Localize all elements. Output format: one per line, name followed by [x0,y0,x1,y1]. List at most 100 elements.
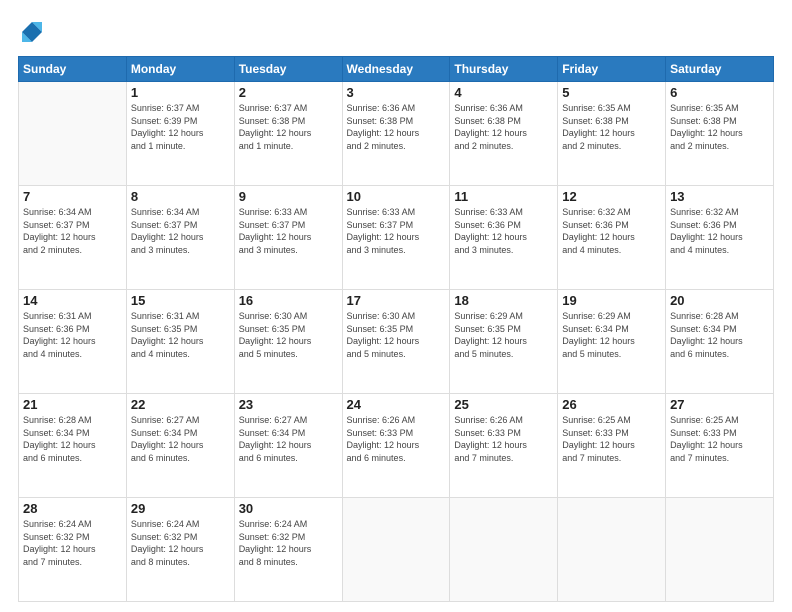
calendar-cell: 18 Sunrise: 6:29 AM Sunset: 6:35 PM Dayli… [450,290,558,394]
calendar-cell [19,82,127,186]
day-info: Sunrise: 6:24 AM Sunset: 6:32 PM Dayligh… [23,518,122,568]
col-header-sunday: Sunday [19,57,127,82]
calendar-cell [450,498,558,602]
calendar-cell: 9Sunrise: 6:33 AM Sunset: 6:37 PM Daylig… [234,186,342,290]
day-info: Sunrise: 6:29 AM Sunset: 6:34 PM Dayligh… [562,310,661,360]
day-info: Sunrise: 6:33 AM Sunset: 6:36 PM Dayligh… [454,206,553,256]
day-number: 22 [131,397,230,412]
day-info: Sunrise: 6:34 AM Sunset: 6:37 PM Dayligh… [131,206,230,256]
calendar-cell: 5 Sunrise: 6:35 AM Sunset: 6:38 PM Daylig… [558,82,666,186]
col-header-saturday: Saturday [666,57,774,82]
day-number: 18 [454,293,553,308]
day-info: Sunrise: 6:25 AM Sunset: 6:33 PM Dayligh… [562,414,661,464]
day-info: Sunrise: 6:25 AM Sunset: 6:33 PM Dayligh… [670,414,769,464]
calendar-cell: 20 Sunrise: 6:28 AM Sunset: 6:34 PM Dayli… [666,290,774,394]
calendar-cell: 23 Sunrise: 6:27 AM Sunset: 6:34 PM Dayli… [234,394,342,498]
day-number: 15 [131,293,230,308]
calendar-cell: 29 Sunrise: 6:24 AM Sunset: 6:32 PM Dayli… [126,498,234,602]
col-header-thursday: Thursday [450,57,558,82]
day-number: 9 [239,189,338,204]
day-info: Sunrise: 6:26 AM Sunset: 6:33 PM Dayligh… [347,414,446,464]
calendar-header-row: SundayMondayTuesdayWednesdayThursdayFrid… [19,57,774,82]
day-number: 16 [239,293,338,308]
day-info: Sunrise: 6:36 AM Sunset: 6:38 PM Dayligh… [347,102,446,152]
day-info: Sunrise: 6:31 AM Sunset: 6:36 PM Dayligh… [23,310,122,360]
col-header-wednesday: Wednesday [342,57,450,82]
calendar-cell: 3 Sunrise: 6:36 AM Sunset: 6:38 PM Daylig… [342,82,450,186]
day-info: Sunrise: 6:28 AM Sunset: 6:34 PM Dayligh… [670,310,769,360]
calendar-cell [666,498,774,602]
day-number: 27 [670,397,769,412]
day-number: 28 [23,501,122,516]
day-info: Sunrise: 6:24 AM Sunset: 6:32 PM Dayligh… [131,518,230,568]
day-number: 6 [670,85,769,100]
calendar-cell [342,498,450,602]
day-info: Sunrise: 6:32 AM Sunset: 6:36 PM Dayligh… [670,206,769,256]
day-number: 3 [347,85,446,100]
day-number: 24 [347,397,446,412]
day-info: Sunrise: 6:34 AM Sunset: 6:37 PM Dayligh… [23,206,122,256]
calendar-cell: 7 Sunrise: 6:34 AM Sunset: 6:37 PM Daylig… [19,186,127,290]
day-number: 23 [239,397,338,412]
day-number: 2 [239,85,338,100]
day-info: Sunrise: 6:29 AM Sunset: 6:35 PM Dayligh… [454,310,553,360]
day-number: 11 [454,189,553,204]
day-number: 29 [131,501,230,516]
logo-icon [18,18,46,46]
day-number: 5 [562,85,661,100]
day-info: Sunrise: 6:37 AM Sunset: 6:39 PM Dayligh… [131,102,230,152]
header [18,18,774,46]
calendar-cell: 30 Sunrise: 6:24 AM Sunset: 6:32 PM Dayli… [234,498,342,602]
day-number: 10 [347,189,446,204]
day-number: 13 [670,189,769,204]
day-number: 12 [562,189,661,204]
calendar-cell: 16 Sunrise: 6:30 AM Sunset: 6:35 PM Dayli… [234,290,342,394]
day-info: Sunrise: 6:33 AM Sunset: 6:37 PM Dayligh… [347,206,446,256]
day-number: 20 [670,293,769,308]
calendar-cell: 13 Sunrise: 6:32 AM Sunset: 6:36 PM Dayli… [666,186,774,290]
calendar-cell: 21Sunrise: 6:28 AM Sunset: 6:34 PM Dayli… [19,394,127,498]
calendar-cell: 10 Sunrise: 6:33 AM Sunset: 6:37 PM Dayli… [342,186,450,290]
calendar-cell: 14Sunrise: 6:31 AM Sunset: 6:36 PM Dayli… [19,290,127,394]
day-number: 4 [454,85,553,100]
calendar-cell: 4 Sunrise: 6:36 AM Sunset: 6:38 PM Daylig… [450,82,558,186]
calendar-week-row: 14Sunrise: 6:31 AM Sunset: 6:36 PM Dayli… [19,290,774,394]
day-number: 17 [347,293,446,308]
calendar-week-row: 21Sunrise: 6:28 AM Sunset: 6:34 PM Dayli… [19,394,774,498]
calendar-cell: 15Sunrise: 6:31 AM Sunset: 6:35 PM Dayli… [126,290,234,394]
calendar-cell: 12 Sunrise: 6:32 AM Sunset: 6:36 PM Dayli… [558,186,666,290]
day-number: 21 [23,397,122,412]
day-number: 1 [131,85,230,100]
day-info: Sunrise: 6:30 AM Sunset: 6:35 PM Dayligh… [239,310,338,360]
calendar-cell: 11 Sunrise: 6:33 AM Sunset: 6:36 PM Dayli… [450,186,558,290]
calendar-cell: 24 Sunrise: 6:26 AM Sunset: 6:33 PM Dayli… [342,394,450,498]
page: SundayMondayTuesdayWednesdayThursdayFrid… [0,0,792,612]
calendar-cell: 8 Sunrise: 6:34 AM Sunset: 6:37 PM Daylig… [126,186,234,290]
calendar-cell: 22 Sunrise: 6:27 AM Sunset: 6:34 PM Dayli… [126,394,234,498]
calendar-cell: 1 Sunrise: 6:37 AM Sunset: 6:39 PM Daylig… [126,82,234,186]
day-number: 8 [131,189,230,204]
day-info: Sunrise: 6:24 AM Sunset: 6:32 PM Dayligh… [239,518,338,568]
calendar-cell: 28 Sunrise: 6:24 AM Sunset: 6:32 PM Dayli… [19,498,127,602]
day-number: 25 [454,397,553,412]
calendar-cell: 6 Sunrise: 6:35 AM Sunset: 6:38 PM Daylig… [666,82,774,186]
day-number: 7 [23,189,122,204]
calendar-table: SundayMondayTuesdayWednesdayThursdayFrid… [18,56,774,602]
day-info: Sunrise: 6:27 AM Sunset: 6:34 PM Dayligh… [239,414,338,464]
day-info: Sunrise: 6:35 AM Sunset: 6:38 PM Dayligh… [670,102,769,152]
day-info: Sunrise: 6:26 AM Sunset: 6:33 PM Dayligh… [454,414,553,464]
calendar-cell [558,498,666,602]
calendar-cell: 19 Sunrise: 6:29 AM Sunset: 6:34 PM Dayli… [558,290,666,394]
calendar-cell: 26 Sunrise: 6:25 AM Sunset: 6:33 PM Dayli… [558,394,666,498]
day-info: Sunrise: 6:35 AM Sunset: 6:38 PM Dayligh… [562,102,661,152]
day-info: Sunrise: 6:32 AM Sunset: 6:36 PM Dayligh… [562,206,661,256]
calendar-week-row: 28 Sunrise: 6:24 AM Sunset: 6:32 PM Dayli… [19,498,774,602]
calendar-cell: 2Sunrise: 6:37 AM Sunset: 6:38 PM Daylig… [234,82,342,186]
day-info: Sunrise: 6:27 AM Sunset: 6:34 PM Dayligh… [131,414,230,464]
calendar-cell: 25 Sunrise: 6:26 AM Sunset: 6:33 PM Dayli… [450,394,558,498]
col-header-monday: Monday [126,57,234,82]
day-info: Sunrise: 6:36 AM Sunset: 6:38 PM Dayligh… [454,102,553,152]
day-number: 30 [239,501,338,516]
day-number: 26 [562,397,661,412]
day-number: 19 [562,293,661,308]
